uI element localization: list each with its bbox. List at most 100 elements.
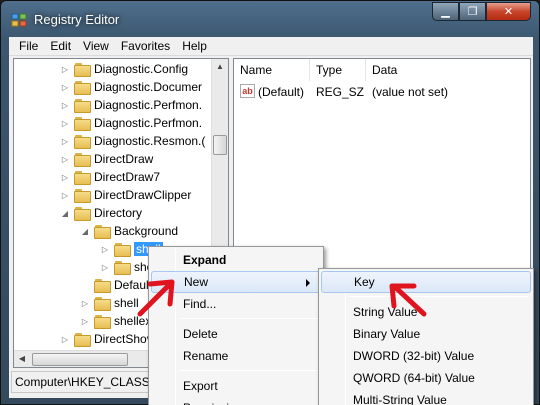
menu-file[interactable]: File (9, 39, 44, 53)
menu-separator (349, 296, 529, 297)
new-menu-qword-64-bit-value[interactable]: QWORD (64-bit) Value (321, 367, 531, 389)
expand-arrow-icon[interactable]: ▷ (60, 137, 70, 146)
expand-arrow-icon[interactable]: ▷ (60, 173, 70, 182)
tree-item[interactable]: ▷ Diagnostic.Perfmon. (60, 114, 202, 132)
context-menu-rename[interactable]: Rename (151, 345, 321, 367)
tree-item[interactable]: ◢ Background (80, 222, 178, 240)
folder-icon (74, 332, 91, 347)
new-menu-multi-string-value[interactable]: Multi-String Value (321, 389, 531, 405)
expand-arrow-icon[interactable]: ▷ (60, 155, 70, 164)
folder-icon (74, 62, 91, 77)
window-title: Registry Editor (34, 12, 120, 27)
tree-item[interactable]: ▷ Diagnostic.Config (60, 60, 188, 78)
tree-item[interactable]: ▷ DirectDraw (60, 150, 153, 168)
tree-item[interactable]: ▷ Diagnostic.Perfmon. (60, 96, 202, 114)
folder-icon (74, 152, 91, 167)
annotation-arrow-key (389, 283, 427, 317)
folder-icon (114, 242, 131, 257)
folder-icon (74, 134, 91, 149)
tree-item-label: Diagnostic.Documer (94, 80, 203, 94)
folder-icon (74, 116, 91, 131)
scroll-up-icon[interactable]: ▲ (212, 59, 228, 75)
tree-item[interactable]: ▷ Diagnostic.Documer (60, 78, 202, 96)
folder-icon (74, 80, 91, 95)
folder-icon (94, 278, 111, 293)
collapse-arrow-icon[interactable]: ◢ (60, 209, 70, 218)
tree-item-label: DirectDraw (94, 152, 154, 166)
tree-item[interactable]: ▷ DirectShov (60, 330, 153, 348)
folder-icon (74, 206, 91, 221)
new-menu-dword-32-bit-value-label: DWORD (32-bit) Value (353, 349, 475, 363)
column-header-type[interactable]: Type (310, 59, 366, 81)
new-menu-binary-value[interactable]: Binary Value (321, 323, 531, 345)
close-button[interactable]: ✕ (486, 2, 531, 21)
menu-separator (179, 318, 319, 319)
new-menu-key-label: Key (354, 275, 375, 289)
folder-icon (74, 188, 91, 203)
list-item[interactable]: ab (Default) REG_SZ (value not set) (234, 82, 530, 102)
folder-icon (94, 314, 111, 329)
menu-edit[interactable]: Edit (44, 39, 77, 53)
expand-arrow-icon[interactable]: ▷ (80, 299, 90, 308)
tree-item[interactable]: ▷ Diagnostic.Resmon.( (60, 132, 205, 150)
tree-item[interactable]: ▷shell (80, 294, 139, 312)
value-data: (value not set) (372, 85, 449, 99)
context-menu-permissions[interactable]: Permissions... (151, 397, 321, 405)
context-menu-export-label: Export (183, 379, 218, 393)
context-menu-export[interactable]: Export (151, 375, 321, 397)
tree-vertical-scroll-thumb[interactable] (213, 135, 227, 155)
expand-arrow-icon[interactable]: ▷ (60, 335, 70, 344)
expand-arrow-icon[interactable]: ▷ (100, 263, 110, 272)
new-menu-qword-64-bit-value-label: QWORD (64-bit) Value (353, 371, 475, 385)
restore-icon: ❐ (467, 6, 478, 18)
context-menu-expand-label: Expand (183, 253, 227, 267)
context-menu-expand[interactable]: Expand (151, 249, 321, 271)
new-menu-dword-32-bit-value[interactable]: DWORD (32-bit) Value (321, 345, 531, 367)
tree-item-label: Diagnostic.Config (94, 62, 189, 76)
tree-item-label: Diagnostic.Perfmon. (94, 116, 203, 130)
value-name: (Default) (258, 85, 305, 99)
folder-icon (114, 260, 131, 275)
folder-icon (74, 98, 91, 113)
folder-icon (94, 296, 111, 311)
menu-view[interactable]: View (77, 39, 115, 53)
restore-button[interactable]: ❐ (459, 2, 486, 21)
column-header-data[interactable]: Data (366, 59, 532, 81)
annotation-arrow-new (137, 279, 175, 317)
tree-item[interactable]: ▷ DirectDraw7 (60, 168, 160, 186)
expand-arrow-icon[interactable]: ▷ (60, 191, 70, 200)
expand-arrow-icon[interactable]: ▷ (60, 65, 70, 74)
value-type: REG_SZ (316, 85, 365, 99)
context-menu-delete[interactable]: Delete (151, 323, 321, 345)
new-menu-binary-value-label: Binary Value (353, 327, 421, 341)
expand-arrow-icon[interactable]: ▷ (80, 317, 90, 326)
tree-item[interactable]: ▷ she (100, 258, 153, 276)
title-bar[interactable]: Registry Editor ▁ ❐ ✕ (1, 1, 539, 37)
scroll-left-icon[interactable]: ◀ (14, 351, 30, 367)
menu-bar: File Edit View Favorites Help (9, 37, 533, 56)
tree-item-label: Diagnostic.Resmon.( (94, 134, 206, 148)
submenu-arrow-icon (306, 279, 310, 287)
tree-item-label: Directory (94, 206, 143, 220)
tree-item[interactable]: ▷ DirectDrawClipper (60, 186, 191, 204)
collapse-arrow-icon[interactable]: ◢ (80, 227, 90, 236)
context-menu: Expand New Find... Delete Rename Export Permis… (148, 246, 324, 405)
expand-arrow-icon[interactable]: ▷ (100, 245, 110, 254)
expand-arrow-icon[interactable]: ▷ (60, 101, 70, 110)
expand-arrow-icon[interactable]: ▷ (60, 119, 70, 128)
close-icon: ✕ (503, 6, 514, 18)
context-menu-delete-label: Delete (183, 327, 218, 341)
tree-item-label: DirectDraw7 (94, 170, 161, 184)
ab-string-icon: ab (240, 84, 255, 98)
context-menu-permissions-label: Permissions... (183, 401, 258, 405)
context-menu-find-label: Find... (183, 297, 217, 311)
tree-item-label: Diagnostic.Perfmon. (94, 98, 203, 112)
menu-help[interactable]: Help (176, 39, 213, 53)
minimize-button[interactable]: ▁ (432, 2, 459, 21)
tree-horizontal-scroll-thumb[interactable] (32, 353, 128, 366)
expand-arrow-icon[interactable]: ▷ (60, 83, 70, 92)
minimize-icon: ▁ (441, 6, 450, 18)
menu-favorites[interactable]: Favorites (115, 39, 176, 53)
column-header-name[interactable]: Name (234, 59, 310, 81)
tree-item[interactable]: ◢ Directory (60, 204, 142, 222)
